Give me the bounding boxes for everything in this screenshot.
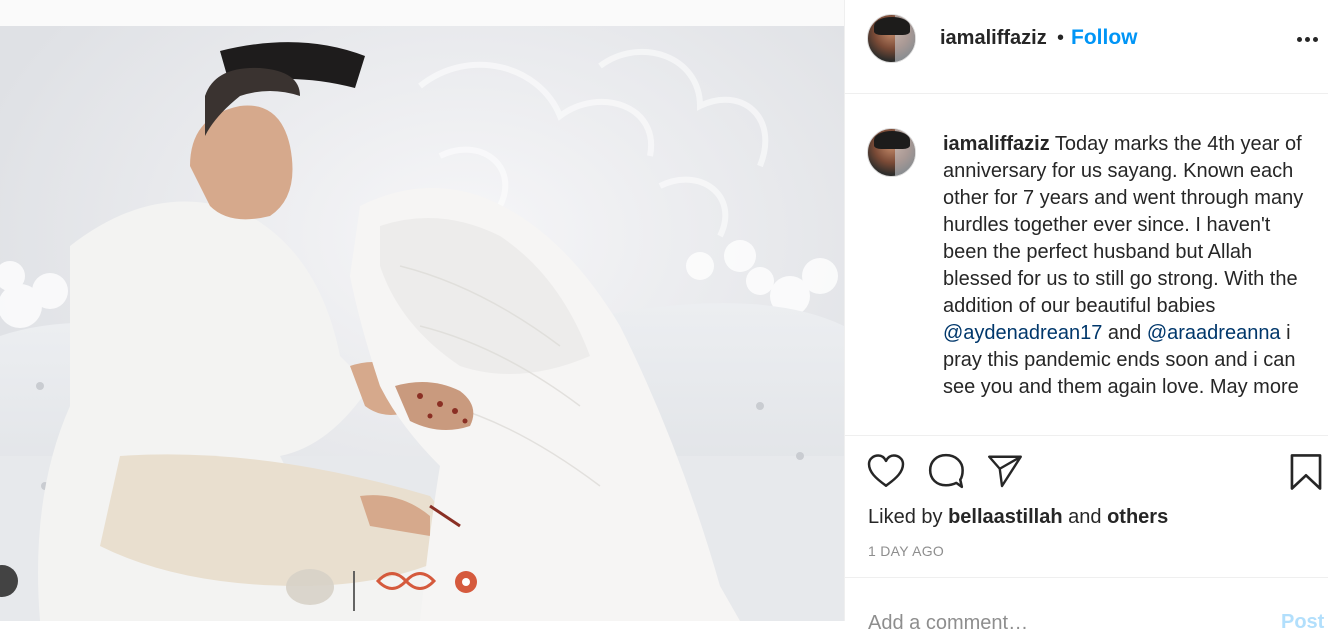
more-options-icon[interactable] xyxy=(1295,32,1321,46)
post-photo[interactable] xyxy=(0,26,844,621)
liked-by-user[interactable]: bellaastillah xyxy=(948,506,1063,528)
likes-summary: Liked by bellaastillah and others xyxy=(868,506,1168,529)
bookmark-icon[interactable] xyxy=(1289,453,1323,491)
likes-prefix: Liked by xyxy=(868,506,943,528)
post-caption: iamaliffaziz Today marks the 4th year of… xyxy=(943,131,1313,401)
heart-icon[interactable] xyxy=(867,454,905,488)
author-avatar[interactable] xyxy=(867,14,916,63)
wedding-photo-illustration xyxy=(0,26,844,621)
post-header: iamaliffaziz • Follow xyxy=(845,0,1328,94)
caption-username[interactable]: iamaliffaziz xyxy=(943,133,1050,155)
author-username[interactable]: iamaliffaziz xyxy=(940,27,1047,50)
liked-by-others[interactable]: others xyxy=(1107,506,1168,528)
post-timestamp[interactable]: 1 DAY AGO xyxy=(868,543,944,559)
comment-composer: Post xyxy=(845,577,1328,638)
follow-button[interactable]: Follow xyxy=(1071,26,1138,50)
separator-dot: • xyxy=(1057,27,1065,49)
post-sidebar: iamaliffaziz • Follow iamaliffaziz Today… xyxy=(845,0,1328,638)
caption-author-avatar[interactable] xyxy=(867,128,916,177)
caption-text-1: Today marks the 4th year of anniversary … xyxy=(943,133,1304,317)
top-strip xyxy=(0,0,844,26)
caption-text-2: and xyxy=(1107,322,1142,344)
comment-input[interactable] xyxy=(868,608,1248,638)
mention-link-2[interactable]: @araadreanna xyxy=(1147,322,1281,344)
mention-link-1[interactable]: @aydenadrean17 xyxy=(943,322,1102,344)
share-icon[interactable] xyxy=(987,454,1023,488)
comment-icon[interactable] xyxy=(927,452,965,490)
likes-joiner: and xyxy=(1068,506,1102,528)
post-comment-button[interactable]: Post xyxy=(1281,611,1324,634)
